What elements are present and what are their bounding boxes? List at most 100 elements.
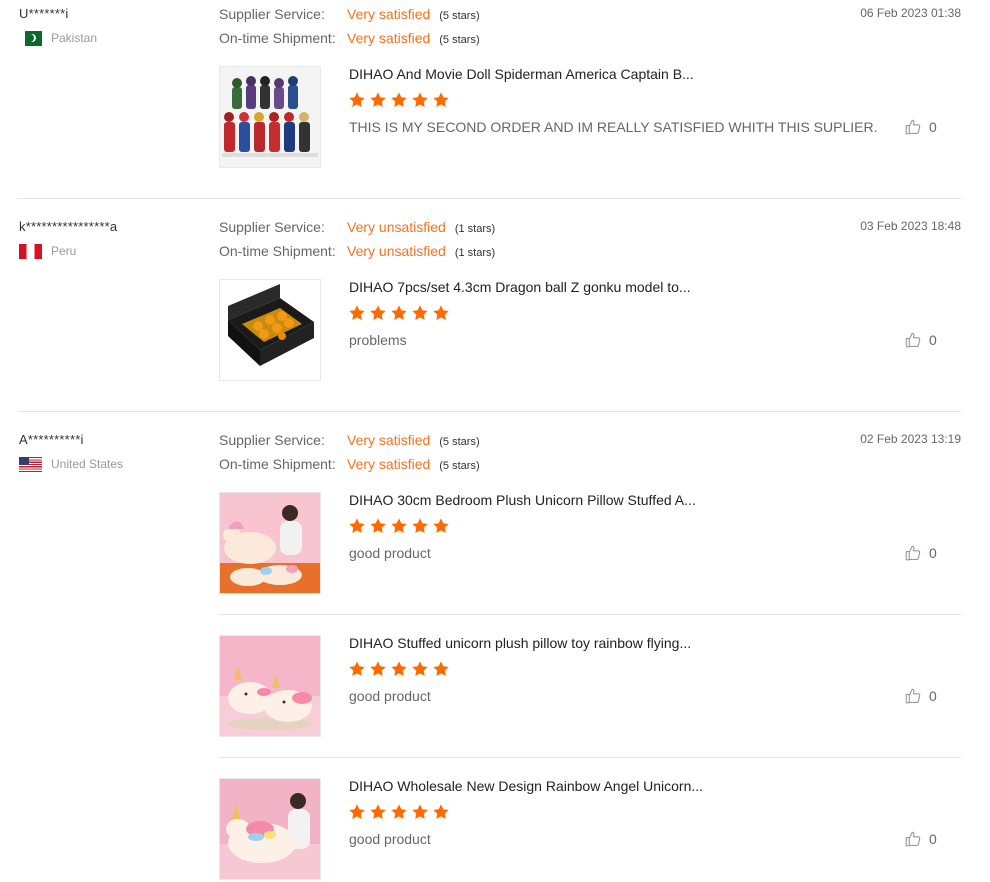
star-icon [391,661,407,676]
helpful-like-button[interactable]: 0 [904,331,937,349]
supplier-service-rating: Supplier Service: Very satisfied (5 star… [219,6,480,22]
review-divider [18,411,961,412]
star-icon [412,305,428,320]
shipment-value: Very satisfied [347,456,431,472]
star-icon [391,518,407,533]
review-comment: good product [349,688,431,704]
product-title-link[interactable]: DIHAO And Movie Doll Spiderman America C… [349,66,694,82]
country-name: Pakistan [51,31,98,45]
like-count: 0 [929,688,937,704]
united-states-flag-icon [19,456,42,472]
shipment-rating: On-time Shipment: Very satisfied (5 star… [219,456,480,472]
like-count: 0 [929,831,937,847]
star-icon [433,661,449,676]
like-count: 0 [929,545,937,561]
review-date: 02 Feb 2023 13:19 [860,432,961,446]
product-thumbnail[interactable] [219,492,321,594]
star-icon [412,92,428,107]
helpful-like-button[interactable]: 0 [904,544,937,562]
product-star-rating [348,803,450,821]
supplier-service-stars: (5 stars) [439,436,480,448]
review-date: 03 Feb 2023 18:48 [860,219,961,233]
product-star-rating [348,304,450,322]
user-name: A**********i [19,432,84,447]
product-thumbnail[interactable] [219,635,321,737]
user-country: Pakistan [19,30,97,46]
star-icon [391,92,407,107]
star-icon [412,804,428,819]
shipment-stars: (1 stars) [454,247,496,259]
supplier-service-label: Supplier Service: [219,6,325,22]
star-icon [349,661,365,676]
user-country: Peru [19,243,76,259]
supplier-service-label: Supplier Service: [219,432,325,448]
unicorn-plush-image [220,636,320,736]
user-name: U*******i [19,6,69,21]
star-icon [349,804,365,819]
product-review: DIHAO And Movie Doll Spiderman America C… [219,66,961,169]
product-thumbnail[interactable] [219,279,321,381]
star-icon [391,804,407,819]
review-date: 06 Feb 2023 01:38 [860,6,961,20]
star-icon [349,305,365,320]
supplier-service-stars: (1 stars) [454,223,496,235]
helpful-like-button[interactable]: 0 [904,118,937,136]
supplier-service-rating: Supplier Service: Very satisfied (5 star… [219,432,480,448]
product-star-rating [348,517,450,535]
user-name: k****************a [19,219,118,234]
star-icon [349,518,365,533]
review-comment: good product [349,545,431,561]
star-icon [433,518,449,533]
star-icon [433,305,449,320]
product-review: DIHAO Wholesale New Design Rainbow Angel… [219,778,961,881]
star-icon [412,518,428,533]
dragon-ball-box-image [220,280,320,380]
shipment-stars: (5 stars) [439,460,480,472]
thumbs-up-icon [905,831,921,847]
star-icon [433,92,449,107]
unicorn-plush-image [220,493,320,593]
shipment-rating: On-time Shipment: Very satisfied (5 star… [219,30,480,46]
product-review: DIHAO Stuffed unicorn plush pillow toy r… [219,635,961,738]
star-icon [370,804,386,819]
country-name: United States [51,457,124,471]
review-comment: problems [349,332,407,348]
supplier-service-rating: Supplier Service: Very unsatisfied (1 st… [219,219,495,235]
product-review: DIHAO 30cm Bedroom Plush Unicorn Pillow … [219,492,961,595]
shipment-rating: On-time Shipment: Very unsatisfied (1 st… [219,243,495,259]
product-title-link[interactable]: DIHAO 30cm Bedroom Plush Unicorn Pillow … [349,492,696,508]
star-icon [391,305,407,320]
product-thumbnail[interactable] [219,66,321,168]
product-review: DIHAO 7pcs/set 4.3cm Dragon ball Z gonku… [219,279,961,382]
shipment-label: On-time Shipment: [219,30,336,46]
user-country: United States [19,456,123,472]
product-title-link[interactable]: DIHAO Wholesale New Design Rainbow Angel… [349,778,703,794]
like-count: 0 [929,119,937,135]
star-icon [370,518,386,533]
supplier-service-value: Very satisfied [347,432,431,448]
product-title-link[interactable]: DIHAO Stuffed unicorn plush pillow toy r… [349,635,691,651]
peru-flag-icon [19,243,42,259]
shipment-label: On-time Shipment: [219,243,336,259]
supplier-service-value: Very satisfied [347,6,431,22]
pakistan-flag-icon [19,30,42,46]
product-divider [219,614,961,615]
supplier-service-stars: (5 stars) [439,10,480,22]
product-star-rating [348,91,450,109]
action-figures-image [220,67,320,167]
star-icon [412,661,428,676]
star-icon [349,92,365,107]
supplier-service-label: Supplier Service: [219,219,325,235]
thumbs-up-icon [905,332,921,348]
product-divider [219,757,961,758]
star-icon [370,661,386,676]
supplier-service-value: Very unsatisfied [347,219,446,235]
product-thumbnail[interactable] [219,778,321,880]
helpful-like-button[interactable]: 0 [904,687,937,705]
helpful-like-button[interactable]: 0 [904,830,937,848]
star-icon [370,305,386,320]
review-comment: good product [349,831,431,847]
shipment-value: Very satisfied [347,30,431,46]
product-title-link[interactable]: DIHAO 7pcs/set 4.3cm Dragon ball Z gonku… [349,279,691,295]
like-count: 0 [929,332,937,348]
